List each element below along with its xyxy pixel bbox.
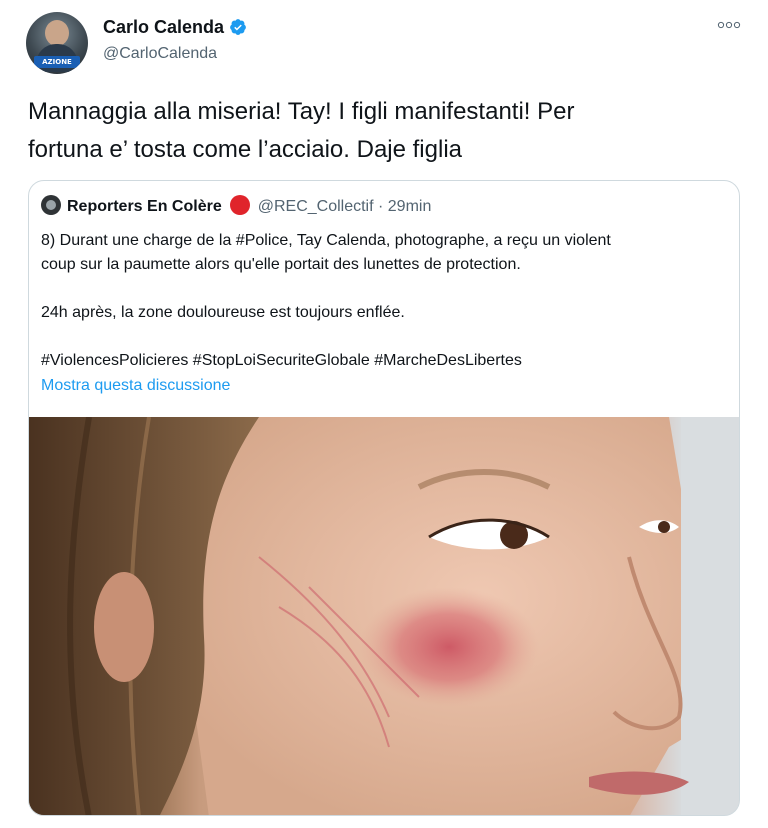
author-name[interactable]: Carlo Calenda: [103, 17, 224, 37]
quoted-avatar[interactable]: [41, 195, 61, 215]
tweet-text: Mannaggia alla miseria! Tay! I figli man…: [28, 93, 728, 169]
photo-illustration: [29, 417, 739, 815]
quoted-photo[interactable]: [29, 417, 739, 815]
quoted-tweet[interactable]: Reporters En Colère @REC_Collectif · 29mi…: [28, 180, 740, 816]
more-dots-icon[interactable]: [716, 18, 742, 38]
quoted-hashtags[interactable]: #ViolencesPolicieres #StopLoiSecuriteGlo…: [41, 349, 731, 373]
quoted-author-name[interactable]: Reporters En Colère: [67, 198, 222, 215]
author-handle[interactable]: @CarloCalenda: [103, 45, 217, 63]
author-name-row[interactable]: Carlo Calenda: [103, 17, 247, 38]
avatar[interactable]: AZIONE: [26, 12, 88, 74]
quoted-tweet-header: Reporters En Colère @REC_Collectif · 29mi…: [41, 195, 431, 219]
quoted-text-paragraph: 24h après, la zone douloureuse est toujo…: [41, 304, 405, 321]
red-circle-icon: [229, 195, 250, 215]
tweet: AZIONE Carlo Calenda @CarloCalenda Manna…: [0, 0, 768, 828]
quoted-text-line: coup sur la paumette alors qu'elle porta…: [41, 256, 521, 273]
verified-badge-icon: [230, 19, 246, 35]
quoted-tweet-text: 8) Durant une charge de la #Police, Tay …: [41, 229, 731, 373]
quoted-text-line: 8) Durant une charge de la #Police, Tay …: [41, 232, 611, 249]
avatar-head: [45, 20, 69, 46]
quoted-timestamp[interactable]: · 29min: [378, 198, 431, 215]
show-thread-link[interactable]: Mostra questa discussione: [41, 377, 230, 395]
quoted-author-handle[interactable]: @REC_Collectif: [258, 198, 374, 215]
tweet-text-line: Mannaggia alla miseria! Tay! I figli man…: [28, 98, 575, 125]
avatar-badge: AZIONE: [34, 56, 80, 68]
tweet-text-line: fortuna e’ tosta come l’acciaio. Daje fi…: [28, 136, 462, 163]
